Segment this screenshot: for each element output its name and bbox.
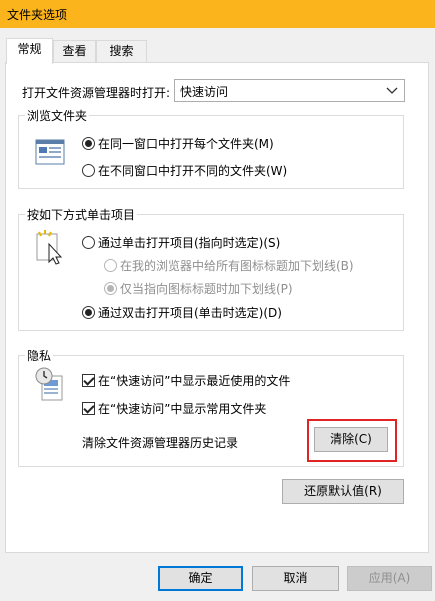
show-recent-files-label: 在“快速访问”中显示最近使用的文件 [98, 374, 291, 388]
new-window-label: 在不同窗口中打开不同的文件夹(W) [98, 164, 288, 178]
underline-all-label: 在我的浏览器中给所有图标标题加下划线(B) [120, 259, 354, 273]
underline-hover-radio[interactable] [104, 282, 117, 295]
window-title: 文件夹选项 [7, 8, 68, 22]
show-frequent-folders-label: 在“快速访问”中显示常用文件夹 [98, 402, 267, 416]
restore-defaults-button[interactable]: 还原默认值(R) [282, 479, 404, 504]
cursor-click-icon [36, 230, 63, 265]
tab-general-label: 常规 [17, 42, 42, 56]
underline-all-radio[interactable] [104, 259, 117, 272]
restore-defaults-label: 还原默认值(R) [304, 484, 382, 498]
single-click-label: 通过单击打开项目(指向时选定)(S) [98, 236, 281, 250]
click-items-legend: 按如下方式单击项目 [27, 208, 136, 222]
new-window-radio[interactable] [82, 164, 95, 177]
cancel-button-label: 取消 [283, 571, 308, 585]
show-frequent-folders-checkbox[interactable] [82, 402, 95, 415]
title-bar[interactable]: 文件夹选项 [0, 0, 435, 28]
same-window-icon [35, 139, 65, 165]
ok-button-label: 确定 [188, 571, 213, 585]
browse-folders-legend: 浏览文件夹 [27, 109, 88, 123]
new-window-option[interactable]: 在不同窗口中打开不同的文件夹(W) [82, 162, 287, 179]
show-recent-files-option[interactable]: 在“快速访问”中显示最近使用的文件 [82, 372, 290, 389]
tab-search-label: 搜索 [109, 44, 134, 58]
tab-view-label: 查看 [62, 44, 87, 58]
same-window-radio[interactable] [82, 137, 95, 150]
same-window-label: 在同一窗口中打开每个文件夹(M) [98, 137, 274, 151]
clear-button-highlight [307, 419, 397, 462]
open-explorer-label: 打开文件资源管理器时打开: [22, 86, 171, 100]
open-explorer-value: 快速访问 [180, 85, 229, 99]
single-click-option[interactable]: 通过单击打开项目(指向时选定)(S) [82, 234, 280, 251]
privacy-legend: 隐私 [27, 349, 52, 363]
show-frequent-folders-option[interactable]: 在“快速访问”中显示常用文件夹 [82, 400, 266, 417]
privacy-clock-icon [35, 367, 63, 401]
tab-search[interactable]: 搜索 [96, 40, 147, 62]
tab-general[interactable]: 常规 [6, 38, 53, 64]
underline-all-option[interactable]: 在我的浏览器中给所有图标标题加下划线(B) [104, 257, 354, 274]
apply-button[interactable]: 应用(A) [347, 566, 432, 591]
double-click-label: 通过双击打开项目(单击时选定)(D) [98, 306, 282, 320]
open-explorer-dropdown[interactable]: 快速访问 [174, 79, 405, 102]
same-window-option[interactable]: 在同一窗口中打开每个文件夹(M) [82, 135, 274, 152]
clear-history-label: 清除文件资源管理器历史记录 [82, 436, 239, 450]
cancel-button[interactable]: 取消 [252, 566, 339, 591]
single-click-radio[interactable] [82, 236, 95, 249]
show-recent-files-checkbox[interactable] [82, 374, 95, 387]
tab-view[interactable]: 查看 [53, 40, 96, 62]
double-click-option[interactable]: 通过双击打开项目(单击时选定)(D) [82, 304, 282, 321]
chevron-down-icon [386, 87, 398, 94]
ok-button[interactable]: 确定 [158, 566, 243, 591]
apply-button-label: 应用(A) [368, 571, 411, 585]
underline-hover-option[interactable]: 仅当指向图标标题时加下划线(P) [104, 280, 293, 297]
double-click-radio[interactable] [82, 306, 95, 319]
underline-hover-label: 仅当指向图标标题时加下划线(P) [120, 282, 293, 296]
